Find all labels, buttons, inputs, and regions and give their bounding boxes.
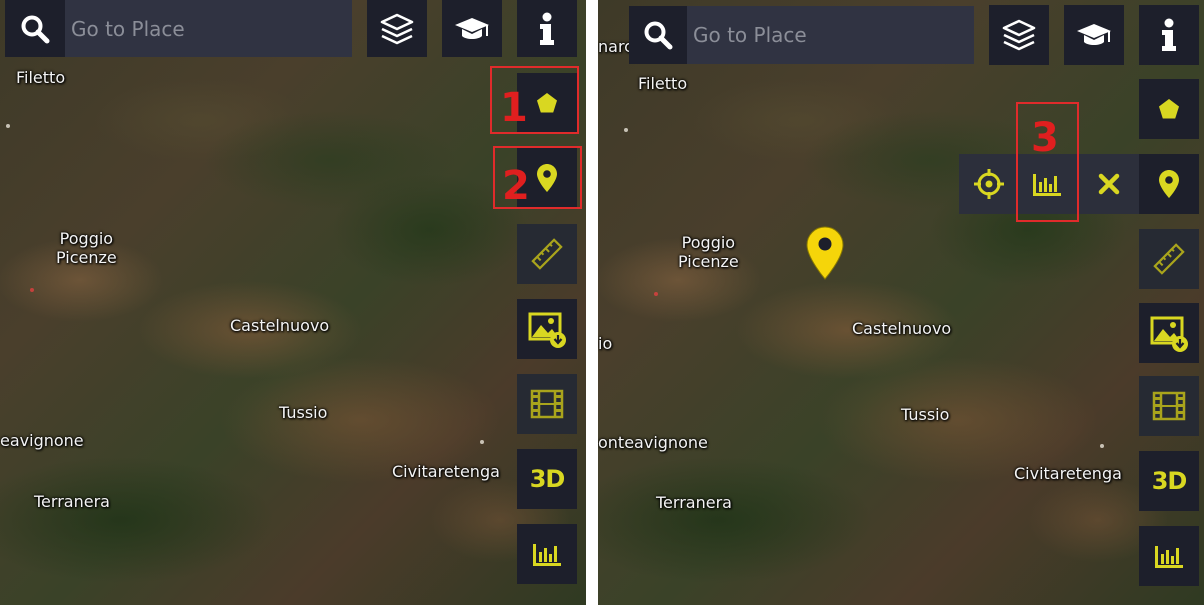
3d-view-button[interactable]: 3D (1139, 451, 1199, 511)
crosshair-icon (974, 169, 1004, 199)
map-speck (624, 128, 628, 132)
town-label: Civitaretenga (392, 462, 500, 481)
town-label: narc (598, 37, 633, 56)
town-label: Poggio Picenze (678, 233, 739, 271)
map-speck (654, 292, 658, 296)
town-label: Filetto (16, 68, 66, 87)
timelapse-button[interactable] (1139, 376, 1199, 436)
chart-tool-button[interactable] (517, 524, 577, 584)
ruler-icon (531, 238, 563, 270)
download-image-button[interactable] (517, 299, 577, 359)
left-map-panel[interactable]: Filetto Poggio Picenze Castelnuovo Tussi… (0, 0, 586, 605)
film-icon (1152, 391, 1186, 421)
town-label: eavignone (0, 431, 84, 450)
search-icon (644, 21, 673, 50)
right-map-panel[interactable]: narc Filetto Poggio Picenze Castelnuovo … (598, 0, 1204, 605)
search-input[interactable] (687, 6, 974, 64)
education-button[interactable] (1064, 5, 1124, 65)
map-speck (6, 124, 10, 128)
measure-tool-button[interactable] (1139, 229, 1199, 289)
pentagon-icon (1159, 99, 1179, 119)
bar-chart-icon (1155, 546, 1183, 568)
info-button[interactable] (1139, 5, 1199, 65)
3d-icon: 3D (529, 465, 566, 493)
layers-icon (380, 13, 414, 44)
annotation-number-3: 3 (1031, 115, 1059, 161)
search-button[interactable] (629, 6, 687, 64)
film-icon (530, 389, 564, 419)
ruler-icon (1153, 243, 1185, 275)
3d-icon: 3D (1151, 467, 1188, 495)
chart-tool-button[interactable] (1139, 526, 1199, 586)
info-button[interactable] (517, 0, 577, 57)
polygon-tool-button[interactable] (1139, 79, 1199, 139)
map-speck (1100, 444, 1104, 448)
map-speck (30, 288, 34, 292)
town-label: onteavignone (598, 433, 708, 452)
layers-button[interactable] (989, 5, 1049, 65)
town-label: Civitaretenga (1014, 464, 1122, 483)
annotation-number-1: 1 (500, 85, 528, 131)
map-pin-icon (1159, 170, 1179, 198)
town-label: Castelnuovo (852, 319, 952, 338)
search-button[interactable] (5, 0, 65, 57)
town-label: Tussio (901, 405, 950, 424)
placed-marker-pin[interactable] (806, 226, 844, 280)
image-download-icon (1150, 316, 1188, 352)
graduation-cap-icon (455, 17, 489, 39)
search-icon (21, 15, 50, 43)
education-button[interactable] (442, 0, 502, 57)
town-label: io (598, 334, 613, 353)
town-label: Tussio (279, 403, 328, 422)
close-icon (1098, 173, 1120, 195)
town-label: Terranera (656, 493, 732, 512)
download-image-button[interactable] (1139, 303, 1199, 363)
town-label: Castelnuovo (230, 316, 330, 335)
locate-button[interactable] (959, 154, 1019, 214)
timelapse-button[interactable] (517, 374, 577, 434)
3d-view-button[interactable]: 3D (517, 449, 577, 509)
bar-chart-icon (533, 544, 561, 566)
search-input[interactable] (65, 0, 352, 57)
layers-icon (1002, 19, 1036, 51)
annotation-number-2: 2 (502, 163, 530, 209)
image-download-icon (528, 312, 566, 348)
marker-tool-button[interactable] (1139, 154, 1199, 214)
layers-button[interactable] (367, 0, 427, 57)
graduation-cap-icon (1077, 24, 1111, 45)
info-icon (1162, 18, 1176, 51)
town-label: Filetto (638, 74, 688, 93)
town-label: Poggio Picenze (56, 229, 117, 267)
map-speck (480, 440, 484, 444)
town-label: Terranera (34, 492, 110, 511)
remove-marker-button[interactable] (1079, 154, 1139, 214)
info-icon (540, 12, 554, 45)
measure-tool-button[interactable] (517, 224, 577, 284)
